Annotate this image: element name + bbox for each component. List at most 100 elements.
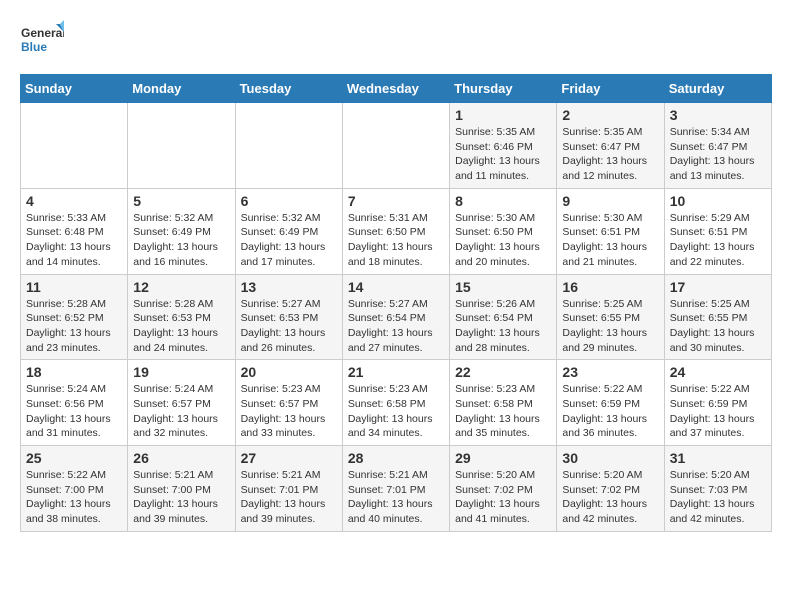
page-header: General Blue	[20, 20, 772, 64]
calendar-cell: 5Sunrise: 5:32 AM Sunset: 6:49 PM Daylig…	[128, 188, 235, 274]
calendar-week-2: 4 Sunrise: 5:33 AM Sunset: 6:48 PM Daylig…	[21, 188, 772, 274]
day-info: Sunrise: 5:21 AM Sunset: 7:01 PM Dayligh…	[348, 468, 444, 527]
day-number: 19	[133, 364, 229, 380]
day-info: Sunrise: 5:22 AM Sunset: 7:00 PM Dayligh…	[26, 468, 122, 527]
day-info: Sunrise: 5:20 AM Sunset: 7:02 PM Dayligh…	[562, 468, 658, 527]
day-number: 3	[670, 107, 766, 123]
calendar-cell: 12 Sunrise: 5:28 AM Sunset: 6:53 PM Dayli…	[128, 274, 235, 360]
day-info: Sunrise: 5:23 AM Sunset: 6:57 PM Dayligh…	[241, 382, 337, 441]
day-number: 31	[670, 450, 766, 466]
day-info: Sunrise: 5:22 AM Sunset: 6:59 PM Dayligh…	[670, 382, 766, 441]
day-number: 20	[241, 364, 337, 380]
calendar-cell: 24 Sunrise: 5:22 AM Sunset: 6:59 PM Dayli…	[664, 360, 771, 446]
calendar-cell: 8Sunrise: 5:30 AM Sunset: 6:50 PM Daylig…	[450, 188, 557, 274]
calendar-cell: 14 Sunrise: 5:27 AM Sunset: 6:54 PM Dayli…	[342, 274, 449, 360]
day-number: 15	[455, 279, 551, 295]
day-number: 10	[670, 193, 766, 209]
day-number: 21	[348, 364, 444, 380]
day-number: 16	[562, 279, 658, 295]
day-info: Sunrise: 5:24 AM Sunset: 6:56 PM Dayligh…	[26, 382, 122, 441]
calendar-cell: 15Sunrise: 5:26 AM Sunset: 6:54 PM Dayli…	[450, 274, 557, 360]
calendar-cell: 1 Sunrise: 5:35 AM Sunset: 6:46 PM Daylig…	[450, 103, 557, 189]
day-info: Sunrise: 5:28 AM Sunset: 6:53 PM Dayligh…	[133, 297, 229, 356]
day-info: Sunrise: 5:24 AM Sunset: 6:57 PM Dayligh…	[133, 382, 229, 441]
calendar-cell: 18 Sunrise: 5:24 AM Sunset: 6:56 PM Dayli…	[21, 360, 128, 446]
calendar-cell: 6 Sunrise: 5:32 AM Sunset: 6:49 PM Daylig…	[235, 188, 342, 274]
calendar-cell: 30 Sunrise: 5:20 AM Sunset: 7:02 PM Dayli…	[557, 446, 664, 532]
calendar-cell: 2 Sunrise: 5:35 AM Sunset: 6:47 PM Daylig…	[557, 103, 664, 189]
day-number: 13	[241, 279, 337, 295]
day-info: Sunrise: 5:32 AM Sunset: 6:49 PM Dayligh…	[241, 211, 337, 270]
day-info: Sunrise: 5:35 AM Sunset: 6:46 PM Dayligh…	[455, 125, 551, 184]
calendar-cell: 7Sunrise: 5:31 AM Sunset: 6:50 PM Daylig…	[342, 188, 449, 274]
calendar-cell: 11Sunrise: 5:28 AM Sunset: 6:52 PM Dayli…	[21, 274, 128, 360]
header-sunday: Sunday	[21, 75, 128, 103]
day-number: 18	[26, 364, 122, 380]
day-info: Sunrise: 5:20 AM Sunset: 7:03 PM Dayligh…	[670, 468, 766, 527]
day-info: Sunrise: 5:33 AM Sunset: 6:48 PM Dayligh…	[26, 211, 122, 270]
day-info: Sunrise: 5:27 AM Sunset: 6:54 PM Dayligh…	[348, 297, 444, 356]
day-number: 6	[241, 193, 337, 209]
calendar-week-1: 1 Sunrise: 5:35 AM Sunset: 6:46 PM Daylig…	[21, 103, 772, 189]
calendar-cell	[342, 103, 449, 189]
day-number: 22	[455, 364, 551, 380]
logo-svg: General Blue	[20, 20, 64, 64]
day-info: Sunrise: 5:27 AM Sunset: 6:53 PM Dayligh…	[241, 297, 337, 356]
calendar-week-4: 18 Sunrise: 5:24 AM Sunset: 6:56 PM Dayli…	[21, 360, 772, 446]
calendar-week-5: 25 Sunrise: 5:22 AM Sunset: 7:00 PM Dayli…	[21, 446, 772, 532]
day-number: 27	[241, 450, 337, 466]
day-number: 29	[455, 450, 551, 466]
calendar-cell: 28 Sunrise: 5:21 AM Sunset: 7:01 PM Dayli…	[342, 446, 449, 532]
day-number: 9	[562, 193, 658, 209]
calendar-cell: 19 Sunrise: 5:24 AM Sunset: 6:57 PM Dayli…	[128, 360, 235, 446]
day-number: 17	[670, 279, 766, 295]
day-number: 30	[562, 450, 658, 466]
day-info: Sunrise: 5:25 AM Sunset: 6:55 PM Dayligh…	[670, 297, 766, 356]
day-info: Sunrise: 5:21 AM Sunset: 7:01 PM Dayligh…	[241, 468, 337, 527]
day-info: Sunrise: 5:30 AM Sunset: 6:51 PM Dayligh…	[562, 211, 658, 270]
day-number: 28	[348, 450, 444, 466]
calendar-cell: 3Sunrise: 5:34 AM Sunset: 6:47 PM Daylig…	[664, 103, 771, 189]
svg-text:General: General	[21, 26, 64, 40]
calendar-cell: 26 Sunrise: 5:21 AM Sunset: 7:00 PM Dayli…	[128, 446, 235, 532]
calendar-table: SundayMondayTuesdayWednesdayThursdayFrid…	[20, 74, 772, 532]
calendar-cell: 17 Sunrise: 5:25 AM Sunset: 6:55 PM Dayli…	[664, 274, 771, 360]
day-info: Sunrise: 5:23 AM Sunset: 6:58 PM Dayligh…	[455, 382, 551, 441]
logo-wordmark: General Blue	[20, 20, 64, 64]
day-number: 4	[26, 193, 122, 209]
day-info: Sunrise: 5:22 AM Sunset: 6:59 PM Dayligh…	[562, 382, 658, 441]
day-info: Sunrise: 5:23 AM Sunset: 6:58 PM Dayligh…	[348, 382, 444, 441]
day-info: Sunrise: 5:28 AM Sunset: 6:52 PM Dayligh…	[26, 297, 122, 356]
day-number: 2	[562, 107, 658, 123]
calendar-cell: 22 Sunrise: 5:23 AM Sunset: 6:58 PM Dayli…	[450, 360, 557, 446]
day-number: 25	[26, 450, 122, 466]
day-info: Sunrise: 5:21 AM Sunset: 7:00 PM Dayligh…	[133, 468, 229, 527]
header-thursday: Thursday	[450, 75, 557, 103]
day-number: 1	[455, 107, 551, 123]
calendar-cell: 9 Sunrise: 5:30 AM Sunset: 6:51 PM Daylig…	[557, 188, 664, 274]
day-info: Sunrise: 5:35 AM Sunset: 6:47 PM Dayligh…	[562, 125, 658, 184]
calendar-cell: 29 Sunrise: 5:20 AM Sunset: 7:02 PM Dayli…	[450, 446, 557, 532]
calendar-cell: 25 Sunrise: 5:22 AM Sunset: 7:00 PM Dayli…	[21, 446, 128, 532]
day-number: 24	[670, 364, 766, 380]
calendar-week-3: 11Sunrise: 5:28 AM Sunset: 6:52 PM Dayli…	[21, 274, 772, 360]
header-tuesday: Tuesday	[235, 75, 342, 103]
calendar-cell: 21 Sunrise: 5:23 AM Sunset: 6:58 PM Dayli…	[342, 360, 449, 446]
day-number: 26	[133, 450, 229, 466]
day-number: 14	[348, 279, 444, 295]
header-friday: Friday	[557, 75, 664, 103]
day-info: Sunrise: 5:29 AM Sunset: 6:51 PM Dayligh…	[670, 211, 766, 270]
calendar-cell	[235, 103, 342, 189]
calendar-cell	[21, 103, 128, 189]
day-info: Sunrise: 5:20 AM Sunset: 7:02 PM Dayligh…	[455, 468, 551, 527]
calendar-cell: 4 Sunrise: 5:33 AM Sunset: 6:48 PM Daylig…	[21, 188, 128, 274]
day-number: 12	[133, 279, 229, 295]
svg-text:Blue: Blue	[21, 40, 47, 54]
calendar-cell	[128, 103, 235, 189]
calendar-cell: 31 Sunrise: 5:20 AM Sunset: 7:03 PM Dayli…	[664, 446, 771, 532]
header-wednesday: Wednesday	[342, 75, 449, 103]
calendar-cell: 16Sunrise: 5:25 AM Sunset: 6:55 PM Dayli…	[557, 274, 664, 360]
calendar-cell: 23Sunrise: 5:22 AM Sunset: 6:59 PM Dayli…	[557, 360, 664, 446]
day-number: 7	[348, 193, 444, 209]
calendar-cell: 27 Sunrise: 5:21 AM Sunset: 7:01 PM Dayli…	[235, 446, 342, 532]
